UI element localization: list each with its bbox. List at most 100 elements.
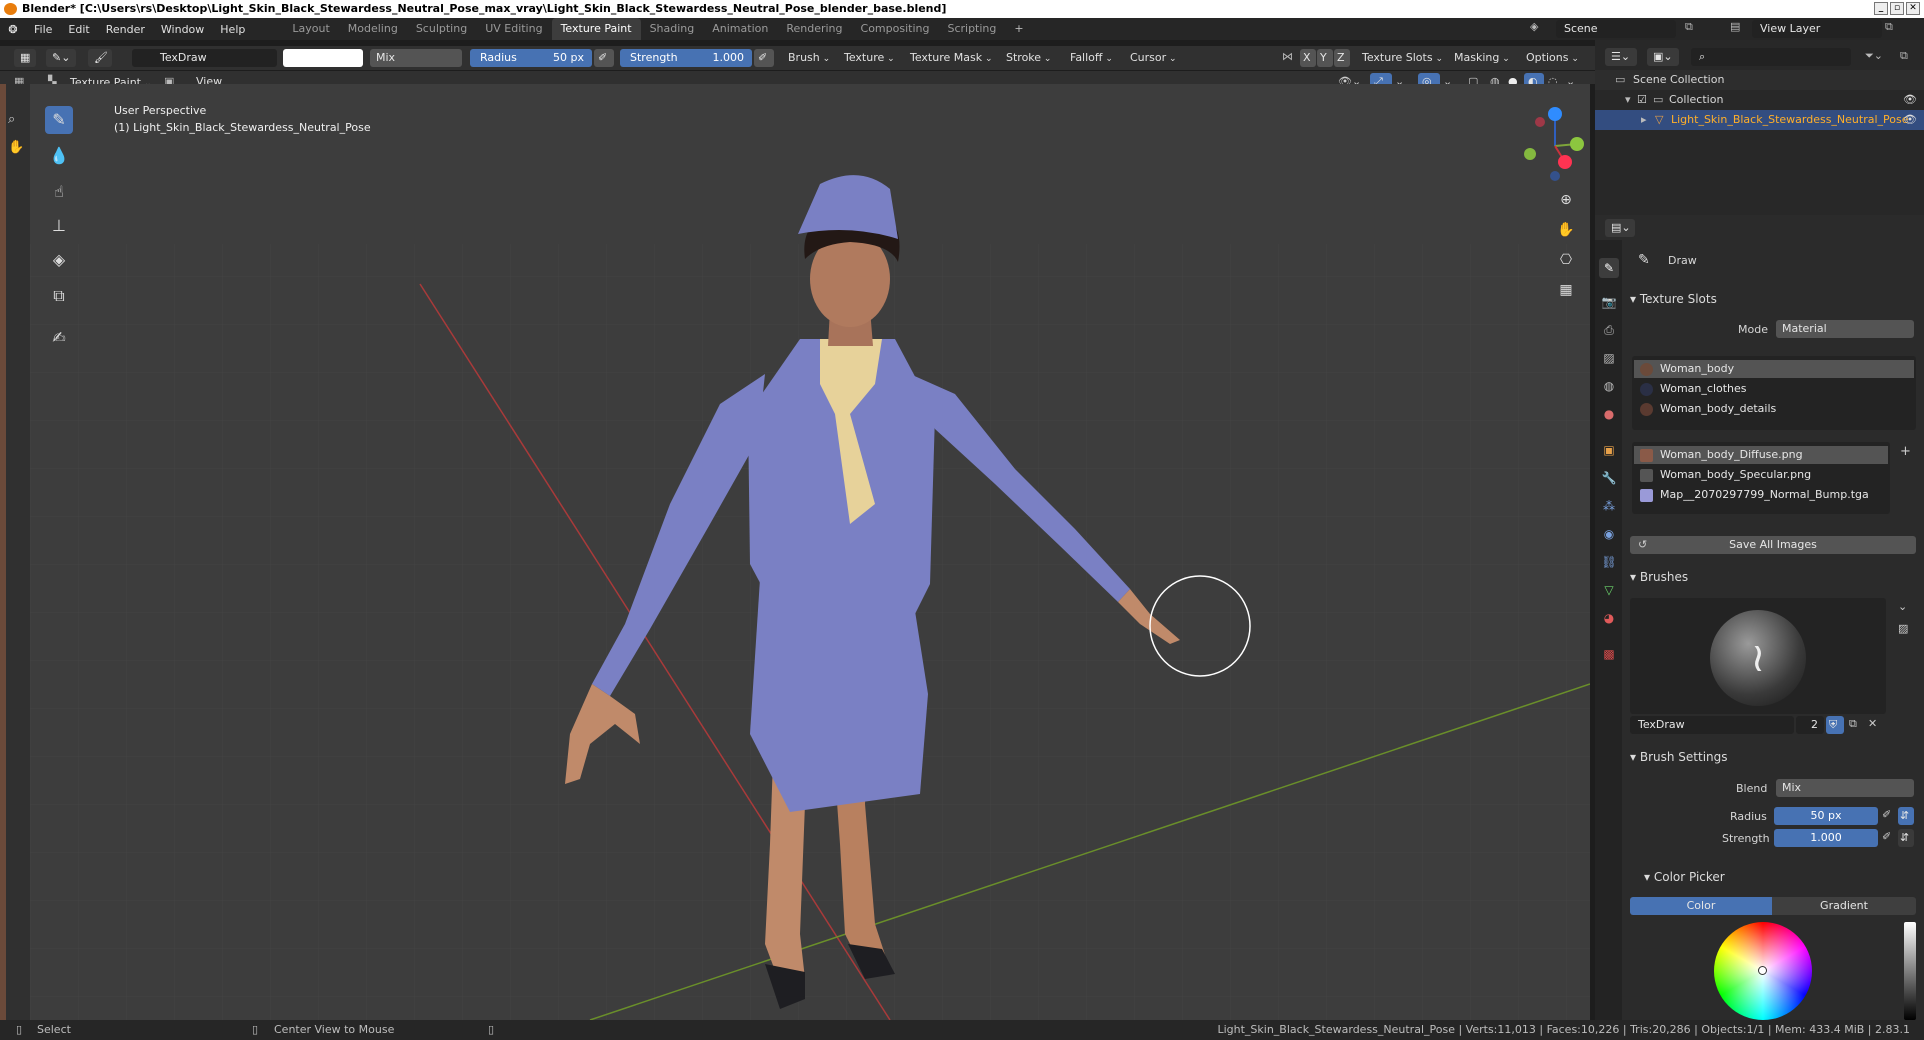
camera-view-icon[interactable]: ⎔	[1554, 248, 1578, 272]
stroke-menu[interactable]: Stroke	[1002, 49, 1055, 67]
collection-eye-icon[interactable]: 👁	[1903, 93, 1917, 106]
3d-viewport[interactable]: User Perspective (1) Light_Skin_Black_St…	[30, 84, 1590, 1020]
color-picker-header[interactable]: ▾ Color Picker	[1644, 866, 1725, 888]
view-layer-field[interactable]: View Layer	[1752, 20, 1882, 38]
menu-edit[interactable]: Edit	[60, 23, 97, 36]
color-wheel-cursor[interactable]	[1758, 966, 1767, 975]
strength-pressure-icon[interactable]: ✐	[754, 49, 774, 67]
symmetry-x-button[interactable]: X	[1300, 49, 1316, 67]
outliner-search-input[interactable]: ⌕	[1691, 48, 1851, 66]
options-menu[interactable]: Options	[1522, 49, 1583, 67]
menu-render[interactable]: Render	[98, 23, 153, 36]
modifier-tab-icon[interactable]: 🔧	[1599, 468, 1619, 488]
data-tab-icon[interactable]: ▽	[1599, 580, 1619, 600]
color-tab[interactable]: Color	[1630, 897, 1772, 915]
zoom-side-icon[interactable]: ⌕	[8, 112, 15, 127]
brush-browse-icon[interactable]: ▨	[1898, 622, 1908, 635]
add-slot-icon[interactable]: +	[1900, 444, 1911, 459]
properties-editor-icon[interactable]: ▤⌄	[1605, 219, 1635, 237]
tab-sculpting[interactable]: Sculpting	[407, 18, 476, 40]
checkbox-icon[interactable]: ☑	[1637, 93, 1647, 106]
strength-slider[interactable]: Strength 1.000	[620, 49, 752, 67]
list-item[interactable]: Woman_body_Specular.png	[1634, 466, 1888, 484]
editor-type-icon[interactable]: ▦	[14, 49, 36, 67]
render-tab-icon[interactable]: 📷	[1599, 292, 1619, 312]
gizmo-neg-x-axis[interactable]	[1535, 117, 1545, 127]
minimize-icon[interactable]: _	[1874, 2, 1888, 15]
view-layer-tab-icon[interactable]: ▨	[1599, 348, 1619, 368]
radius-slider[interactable]: Radius 50 px	[470, 49, 592, 67]
list-item[interactable]: Woman_body_Diffuse.png	[1634, 446, 1888, 464]
expand-arrow-icon[interactable]: ▸	[1641, 113, 1647, 126]
clone-tool-icon[interactable]: ⊥	[45, 212, 73, 240]
gizmo-x-axis[interactable]	[1558, 155, 1572, 169]
material-tab-icon[interactable]: ◕	[1599, 608, 1619, 628]
pan-side-icon[interactable]: ✋	[8, 140, 24, 155]
outliner-row-scene[interactable]: ▭ Scene Collection	[1595, 70, 1924, 90]
new-scene-icon[interactable]: ⧉	[1685, 20, 1693, 34]
symmetry-y-button[interactable]: Y	[1317, 49, 1333, 67]
outliner-row-collection[interactable]: ▾ ☑ ▭ Collection 👁	[1595, 90, 1924, 110]
object-tab-icon[interactable]: ▣	[1599, 440, 1619, 460]
brush-settings-header[interactable]: ▾ Brush Settings	[1630, 746, 1728, 768]
save-all-images-button[interactable]: ↺ Save All Images	[1630, 536, 1916, 554]
draw-tool-icon[interactable]: ✎	[45, 106, 73, 134]
filter-icon[interactable]: ⏷⌄	[1865, 49, 1883, 63]
soften-tool-icon[interactable]: 💧	[45, 142, 73, 170]
expand-arrow-icon[interactable]: ▾	[1625, 93, 1631, 106]
tab-rendering[interactable]: Rendering	[777, 18, 851, 40]
brush-icon[interactable]: 🖌	[88, 49, 112, 67]
particles-tab-icon[interactable]: ⁂	[1599, 496, 1619, 516]
tab-layout[interactable]: Layout	[283, 18, 338, 40]
world-tab-icon[interactable]: ●	[1599, 404, 1619, 424]
display-mode-icon[interactable]: ▣⌄	[1647, 48, 1679, 66]
fill-tool-icon[interactable]: ◈	[45, 246, 73, 274]
constraints-tab-icon[interactable]: ⛓	[1599, 552, 1619, 572]
new-collection-icon[interactable]: ⧉	[1900, 49, 1908, 63]
mask-tool-icon[interactable]: ⧉	[45, 282, 73, 310]
texture-menu[interactable]: Texture	[840, 49, 899, 67]
strength-unit-icon[interactable]: ⇵	[1898, 829, 1914, 847]
radius-field[interactable]: 50 px	[1774, 807, 1878, 825]
navigation-gizmo[interactable]	[1524, 107, 1584, 181]
tab-scripting[interactable]: Scripting	[938, 18, 1005, 40]
zoom-icon[interactable]: ⊕	[1554, 188, 1578, 212]
object-eye-icon[interactable]: 👁	[1903, 113, 1917, 126]
outliner-row-object[interactable]: ▸ ▽ Light_Skin_Black_Stewardess_Neutral_…	[1595, 110, 1924, 130]
falloff-menu[interactable]: Falloff	[1066, 49, 1117, 67]
texture-tab-icon[interactable]: ▩	[1599, 644, 1619, 664]
blend-dropdown[interactable]: Mix	[370, 49, 462, 67]
pan-hand-icon[interactable]: ✋	[1554, 218, 1578, 242]
maximize-icon[interactable]: ▫	[1890, 2, 1904, 15]
brush-preview-area[interactable]: ≀	[1630, 598, 1886, 714]
list-item[interactable]: Map__2070297799_Normal_Bump.tga	[1634, 486, 1888, 504]
blend-dropdown[interactable]: Mix	[1776, 779, 1914, 797]
list-item[interactable]: Woman_body	[1634, 360, 1914, 378]
unlink-brush-icon[interactable]: ✕	[1868, 717, 1877, 730]
duplicate-brush-icon[interactable]: ⧉	[1849, 717, 1857, 731]
brush-menu-dropdown-icon[interactable]: ⌄	[1898, 600, 1907, 613]
tab-animation[interactable]: Animation	[703, 18, 777, 40]
new-view-layer-icon[interactable]: ⧉	[1885, 20, 1893, 34]
value-slider[interactable]	[1904, 922, 1916, 1020]
symmetry-z-button[interactable]: Z	[1334, 49, 1350, 67]
smear-tool-icon[interactable]: ☝	[45, 178, 73, 206]
gizmo-y-axis[interactable]	[1570, 137, 1584, 151]
brush-name-field[interactable]: TexDraw	[1630, 716, 1794, 734]
menu-window[interactable]: Window	[153, 23, 212, 36]
menu-file[interactable]: File	[26, 23, 60, 36]
color-wheel[interactable]	[1714, 922, 1812, 1020]
scene-tab-icon[interactable]: ◍	[1599, 376, 1619, 396]
tool-tab-icon[interactable]: ✎	[1599, 258, 1619, 278]
cursor-menu[interactable]: Cursor	[1126, 49, 1181, 67]
masking-menu[interactable]: Masking	[1450, 49, 1514, 67]
brush-menu[interactable]: Brush	[784, 49, 834, 67]
physics-tab-icon[interactable]: ◉	[1599, 524, 1619, 544]
texture-slots-header[interactable]: ▾ Texture Slots	[1630, 288, 1717, 310]
mode-dropdown[interactable]: Material	[1776, 320, 1914, 338]
gizmo-neg-z-axis[interactable]	[1550, 171, 1560, 181]
tab-compositing[interactable]: Compositing	[852, 18, 939, 40]
gradient-tab[interactable]: Gradient	[1772, 897, 1916, 915]
close-icon[interactable]: ✕	[1906, 2, 1920, 15]
strength-pressure-icon[interactable]: ✐	[1882, 830, 1891, 843]
